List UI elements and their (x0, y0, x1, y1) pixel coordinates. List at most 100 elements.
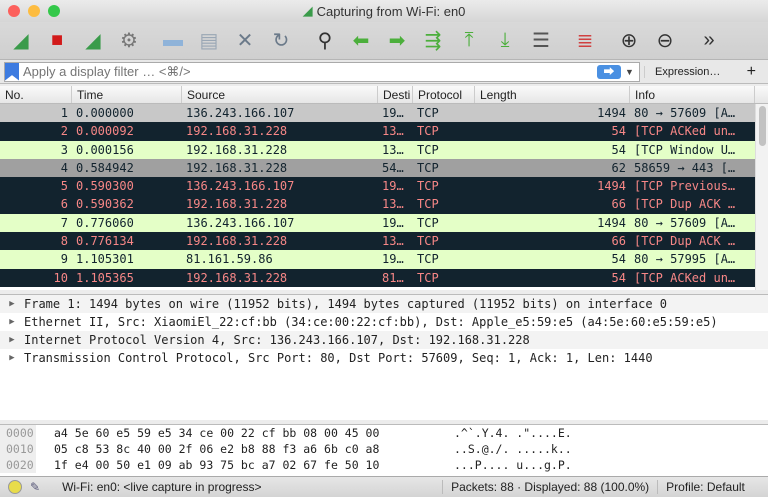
column-header-source[interactable]: Source (182, 86, 378, 103)
scrollbar-thumb[interactable] (759, 106, 766, 146)
arrow-down-bar-icon: ⤓ (500, 29, 510, 51)
go-forward-button[interactable]: ➡ (380, 25, 414, 57)
detail-tree-item[interactable]: ▶ Frame 1: 1494 bytes on wire (11952 bits… (0, 295, 768, 313)
cell-dest: 19… (382, 215, 404, 230)
cell-source: 136.243.166.107 (186, 106, 295, 120)
zoom-in-button[interactable]: ⊕ (612, 25, 646, 57)
apply-filter-button[interactable]: ⮕ (597, 64, 621, 79)
packet-list-header: No. Time Source Desti Protocol Length Info (0, 86, 768, 104)
zoom-out-button[interactable]: ⊖ (648, 25, 682, 57)
go-back-button[interactable]: ⬅ (344, 25, 378, 57)
cell-proto: TCP (417, 106, 439, 120)
first-packet-button[interactable]: ⤒ (452, 25, 486, 57)
column-header-info[interactable]: Info (630, 86, 755, 103)
column-header-length[interactable]: Length (475, 86, 630, 103)
stop-capture-button[interactable]: ■ (40, 25, 74, 57)
capture-options-button[interactable]: ⚙ (112, 25, 146, 57)
capture-comment-icon[interactable]: ✎ (30, 480, 40, 494)
hex-offset: 0020 (0, 457, 36, 473)
packet-row[interactable]: 1 0.000000 136.243.166.107 19… TCP 1494 80 → 5… (0, 104, 768, 123)
hex-ascii[interactable]: ..S.@./. .....k.. (454, 441, 572, 457)
last-packet-button[interactable]: ⤓ (488, 25, 522, 57)
packet-row[interactable]: 5 0.590300 136.243.166.107 19… TCP 1494 [TCP P… (0, 177, 768, 196)
hex-row: 0000 a4 5e 60 e5 59 e5 34 ce 00 22 cf bb … (0, 425, 768, 441)
start-capture-button[interactable]: ◢ (4, 25, 38, 57)
column-header-protocol[interactable]: Protocol (413, 86, 475, 103)
cell-info: [TCP Window U… (634, 142, 736, 157)
detail-tree-item[interactable]: ▶ Transmission Control Protocol, Src Port… (0, 349, 768, 367)
column-header-time[interactable]: Time (72, 86, 182, 103)
detail-tree-item[interactable]: ▶ Ethernet II, Src: XiaomiEl_22:cf:bb (34… (0, 313, 768, 331)
zoom-window-button[interactable] (48, 5, 60, 17)
go-to-packet-button[interactable]: ⇶ (416, 25, 450, 57)
hex-offset: 0010 (0, 441, 36, 457)
packet-row[interactable]: 3 0.000156 192.168.31.228 13… TCP 54 [TCP Wind… (0, 140, 768, 159)
autoscroll-icon: ☰ (532, 30, 550, 52)
cell-dest: 81… (382, 270, 404, 285)
chevron-down-icon[interactable]: ▼ (625, 67, 639, 77)
cell-no: 8 (60, 234, 68, 249)
hex-bytes[interactable]: 05 c8 53 8c 40 00 2f 06 e2 b8 88 f3 a6 6… (36, 441, 454, 457)
packet-row[interactable]: 2 0.000092 192.168.31.228 13… TCP 54 [TCP ACKe… (0, 122, 768, 141)
add-filter-button[interactable]: + (739, 63, 764, 81)
expert-info-indicator-icon[interactable] (8, 480, 22, 494)
gear-icon: ⚙ (120, 30, 138, 52)
display-filter-input[interactable] (23, 64, 597, 79)
expression-button[interactable]: Expression… (644, 65, 730, 78)
expand-triangle-icon[interactable]: ▶ (0, 295, 24, 313)
arrow-left-icon: ⬅ (352, 30, 370, 52)
cell-no: 4 (60, 160, 68, 175)
close-window-button[interactable] (8, 5, 20, 17)
more-button[interactable]: » (692, 25, 726, 57)
packet-row[interactable]: 7 0.776060 136.243.166.107 19… TCP 1494 80 → 5… (0, 213, 768, 233)
cell-len: 66 (611, 234, 626, 249)
cell-time: 0.590300 (76, 179, 134, 194)
arrow-up-bar-icon: ⤒ (464, 29, 474, 51)
close-file-button[interactable]: ✕ (228, 25, 262, 57)
hex-bytes[interactable]: a4 5e 60 e5 59 e5 34 ce 00 22 cf bb 08 0… (36, 425, 454, 441)
profile[interactable]: Profile: Default (657, 480, 753, 494)
colorize-icon: ≣ (576, 30, 594, 52)
detail-tree-item[interactable]: ▶ Internet Protocol Version 4, Src: 136.2… (0, 331, 768, 349)
cell-time: 0.776060 (76, 215, 134, 230)
reload-file-button[interactable]: ↻ (264, 25, 298, 57)
cell-no: 7 (60, 215, 68, 230)
cell-source: 192.168.31.228 (186, 234, 288, 249)
cell-time: 1.105365 (76, 270, 134, 285)
bookmark-icon[interactable] (5, 62, 19, 81)
autoscroll-button[interactable]: ☰ (524, 25, 558, 57)
colorize-button[interactable]: ≣ (568, 25, 602, 57)
cell-source: 136.243.166.107 (186, 179, 295, 194)
expand-triangle-icon[interactable]: ▶ (0, 331, 24, 349)
stop-icon: ■ (50, 29, 64, 51)
cell-time: 0.000156 (76, 142, 134, 157)
packet-row[interactable]: 4 0.584942 192.168.31.228 54… TCP 62 58659 → 4… (0, 158, 768, 178)
main-toolbar: ◢ ■ ◢ ⚙ ▬ ▤ ✕ ↻ ⚲ ⬅ ➡ ⇶ ⤒ ⤓ ☰ ≣ ⊕ ⊖ » (0, 22, 768, 60)
cell-len: 54 (611, 142, 626, 157)
hex-ascii[interactable]: ...P.... u...g.P. (454, 457, 572, 473)
save-file-button[interactable]: ▤ (192, 25, 226, 57)
cell-info: [TCP Dup ACK … (634, 197, 736, 212)
minimize-window-button[interactable] (28, 5, 40, 17)
column-header-no[interactable]: No. (0, 86, 72, 103)
title-bar: ◢ Capturing from Wi-Fi: en0 (0, 0, 768, 22)
zoom-in-icon: ⊕ (620, 30, 638, 52)
hex-ascii[interactable]: .^`.Y.4. ."....E. (454, 425, 572, 441)
packet-row[interactable]: 8 0.776134 192.168.31.228 13… TCP 66 [TCP Dup … (0, 232, 768, 251)
display-filter-field[interactable]: ⮕ ▼ (4, 61, 640, 82)
detail-text: Internet Protocol Version 4, Src: 136.24… (24, 333, 530, 347)
find-packet-button[interactable]: ⚲ (308, 25, 342, 57)
packet-row[interactable]: 6 0.590362 192.168.31.228 13… TCP 66 [TCP Dup … (0, 195, 768, 214)
cell-info: 58659 → 443 [… (634, 160, 736, 175)
search-icon: ⚲ (317, 30, 333, 52)
restart-capture-button[interactable]: ◢ (76, 25, 110, 57)
expand-triangle-icon[interactable]: ▶ (0, 349, 24, 367)
packet-row[interactable]: 9 1.105301 81.161.59.86 19… TCP 54 80 → 57995 … (0, 250, 768, 269)
packet-list-scrollbar[interactable] (755, 104, 768, 290)
expand-triangle-icon[interactable]: ▶ (0, 313, 24, 331)
hex-bytes[interactable]: 1f e4 00 50 e1 09 ab 93 75 bc a7 02 67 f… (36, 457, 454, 473)
column-header-desti[interactable]: Desti (378, 86, 413, 103)
open-file-button[interactable]: ▬ (156, 25, 190, 57)
cell-source: 81.161.59.86 (186, 252, 273, 267)
packet-row[interactable]: 10 1.105365 192.168.31.228 81… TCP 54 [TCP ACK… (0, 268, 768, 287)
